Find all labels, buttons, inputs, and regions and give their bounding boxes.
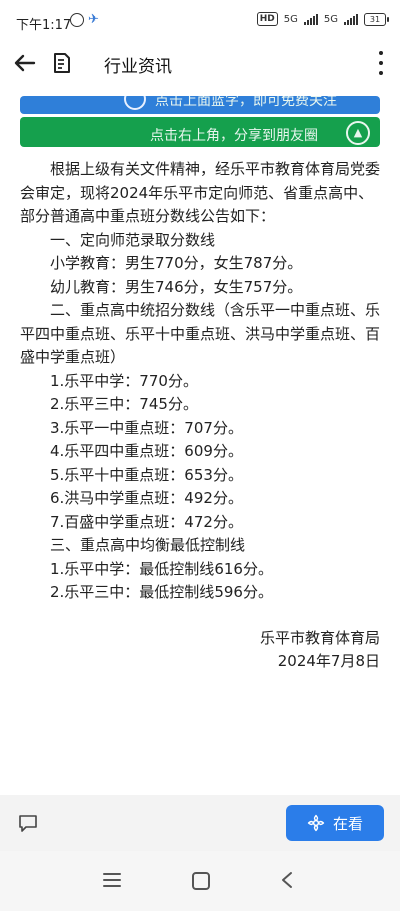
list-item: 4.乐平四中重点班：609分。	[50, 442, 243, 460]
follow-banner-text: 点击上面蓝字，即可免费关注	[155, 96, 337, 109]
hd-badge: HD	[256, 12, 278, 26]
home-icon[interactable]	[192, 872, 210, 890]
view-button[interactable]: 在看	[286, 805, 384, 841]
status-bar: 下午1:17 ✈ HD 5G 5G 31	[0, 0, 400, 40]
list-item: 1.乐平中学：770分。	[50, 371, 198, 390]
section-title: 三、重点高中均衡最低控制线	[50, 536, 246, 554]
nav-back-icon[interactable]	[280, 871, 294, 889]
page-title: 行业资讯	[104, 57, 172, 77]
system-nav-bar	[0, 851, 400, 911]
status-time: 下午1:17	[16, 18, 72, 33]
menu-icon[interactable]	[103, 873, 121, 887]
list-item: 2.乐平三中：最低控制线596分。	[50, 583, 273, 601]
up-arrow-icon: ▲	[346, 121, 370, 145]
document-icon[interactable]	[52, 52, 72, 74]
section-title: 一、定向师范录取分数线	[50, 230, 216, 249]
flower-icon	[307, 814, 325, 832]
pointer-icon	[124, 96, 146, 110]
top-app-bar: 行业资讯	[0, 40, 400, 86]
view-button-label: 在看	[332, 814, 363, 833]
section-title: 二、重点高中统招分数线（含乐平一中重点班、乐平四中重点班、乐平十中重点班、洪马中…	[20, 301, 381, 366]
app-notification-icon: ✈	[88, 12, 99, 27]
battery-icon: 31	[364, 12, 389, 26]
comment-icon[interactable]	[18, 813, 38, 833]
share-banner-text: 点击右上角，分享到朋友圈	[150, 128, 318, 144]
list-item: 1.乐平中学：最低控制线616分。	[50, 559, 273, 578]
share-banner[interactable]: 点击右上角，分享到朋友圈 ▲	[20, 117, 380, 147]
list-item: 5.乐平十中重点班：653分。	[50, 465, 243, 484]
article-date: 2024年7月8日	[277, 652, 380, 670]
more-options-icon[interactable]	[378, 51, 384, 75]
list-item: 7.百盛中学重点班：472分。	[50, 512, 243, 531]
article-body: 根据上级有关文件精神，经乐平市教育体育局党委会审定，现将2024年乐平市定向师范…	[20, 158, 380, 674]
bottom-action-bar: 在看	[0, 795, 400, 851]
list-item: 3.乐平一中重点班：707分。	[50, 418, 243, 437]
signature: 乐平市教育体育局	[259, 628, 380, 647]
list-item: 小学教育：男生770分，女生787分。	[50, 254, 303, 272]
list-item: 6.洪马中学重点班：492分。	[50, 489, 243, 507]
signal-label-1: 5G	[283, 13, 298, 25]
article-intro: 根据上级有关文件精神，经乐平市教育体育局党委会审定，现将2024年乐平市定向师范…	[20, 160, 381, 225]
list-item: 2.乐平三中：745分。	[50, 395, 198, 413]
alarm-icon	[70, 13, 84, 27]
follow-banner[interactable]: 点击上面蓝字，即可免费关注	[20, 96, 380, 114]
list-item: 幼儿教育：男生746分，女生757分。	[50, 277, 303, 296]
status-indicators: HD 5G 5G 31	[256, 12, 389, 26]
signal-icon-2	[344, 13, 358, 25]
signal-icon	[303, 13, 318, 25]
signal-label-2: 5G	[323, 13, 338, 25]
back-arrow-icon[interactable]	[12, 50, 38, 76]
